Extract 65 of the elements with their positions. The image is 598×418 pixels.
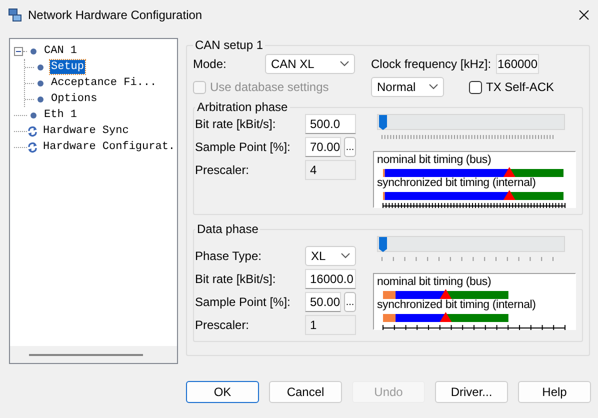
clock-field: 160000 bbox=[496, 54, 539, 74]
sample-point-marker bbox=[503, 167, 516, 177]
slider-thumb[interactable] bbox=[378, 236, 388, 253]
tree-item[interactable]: Acceptance Fi... bbox=[50, 76, 158, 90]
slider[interactable] bbox=[377, 236, 565, 252]
node-icon bbox=[37, 64, 44, 70]
group-title: CAN setup 1 bbox=[194, 38, 264, 52]
dialog-button[interactable]: Cancel bbox=[269, 381, 342, 403]
scrollbar[interactable] bbox=[10, 346, 177, 363]
field-label: Sample Point [%]: bbox=[195, 295, 292, 309]
sample-point-marker bbox=[503, 190, 516, 200]
field-label: Prescaler: bbox=[195, 163, 250, 177]
slider-thumb[interactable] bbox=[378, 114, 388, 131]
browse-button[interactable]: ... bbox=[344, 292, 356, 312]
timing-label: synchronized bit timing (internal) bbox=[377, 299, 537, 312]
checkbox[interactable] bbox=[469, 80, 482, 94]
close-icon[interactable] bbox=[579, 10, 589, 20]
sample-point-marker bbox=[440, 312, 452, 322]
timing-label: synchronized bit timing (internal) bbox=[377, 177, 537, 190]
timing-label: nominal bit timing (bus) bbox=[377, 276, 492, 289]
mode-dropdown[interactable]: CAN XL bbox=[265, 54, 355, 74]
tree-item[interactable]: Options bbox=[50, 92, 98, 106]
tree-item[interactable]: Hardware Sync bbox=[42, 124, 130, 138]
node-icon bbox=[30, 48, 37, 54]
network-icon bbox=[8, 8, 22, 22]
field-label: Mode: bbox=[193, 57, 228, 71]
caret-icon bbox=[340, 61, 349, 67]
checkbox-label: Use database settings bbox=[210, 80, 329, 94]
field-label: Phase Type: bbox=[195, 249, 262, 263]
operation-dropdown[interactable]: Normal bbox=[371, 77, 444, 97]
phase-type-dropdown[interactable]: XL bbox=[305, 246, 356, 266]
readonly-field: 4 bbox=[305, 160, 356, 180]
node-icon bbox=[30, 112, 37, 118]
dialog-button[interactable]: Driver... bbox=[435, 381, 508, 403]
readonly-field: 1 bbox=[305, 315, 356, 335]
tree-item[interactable]: Eth 1 bbox=[43, 108, 78, 122]
caret-icon bbox=[341, 253, 350, 259]
field-label: Bit rate [kBit/s]: bbox=[195, 117, 277, 131]
slider[interactable] bbox=[377, 114, 565, 130]
group-title: Data phase bbox=[196, 222, 260, 236]
node-icon bbox=[37, 80, 44, 86]
dialog-button[interactable]: OK bbox=[186, 381, 259, 403]
collapse-icon[interactable] bbox=[14, 46, 23, 56]
input-field[interactable]: 70.00 bbox=[305, 137, 341, 157]
field-label: Prescaler: bbox=[195, 318, 250, 332]
dialog-button[interactable]: Help bbox=[518, 381, 591, 403]
input-field[interactable]: 500.0 bbox=[305, 114, 356, 134]
input-field[interactable]: 50.00 bbox=[305, 292, 341, 312]
field-label: Sample Point [%]: bbox=[195, 140, 292, 154]
timing-label: nominal bit timing (bus) bbox=[377, 154, 492, 167]
node-icon bbox=[37, 96, 44, 102]
sync-icon bbox=[27, 142, 38, 152]
window-title: Network Hardware Configuration bbox=[28, 8, 204, 22]
tree-item[interactable]: Setup bbox=[50, 60, 86, 74]
sample-point-marker bbox=[440, 289, 452, 299]
sync-icon bbox=[27, 126, 38, 136]
tree-item[interactable]: CAN 1 bbox=[43, 44, 78, 58]
group-title: Arbitration phase bbox=[196, 100, 289, 114]
input-field[interactable]: 16000.0 bbox=[305, 269, 356, 289]
caret-icon bbox=[429, 84, 438, 90]
browse-button[interactable]: ... bbox=[344, 137, 356, 157]
checkbox-label: TX Self-ACK bbox=[486, 80, 554, 94]
tree-item[interactable]: Hardware Configurat. bbox=[42, 140, 176, 154]
field-label: Clock frequency [kHz]: bbox=[371, 57, 492, 71]
field-label: Bit rate [kBit/s]: bbox=[195, 272, 277, 286]
